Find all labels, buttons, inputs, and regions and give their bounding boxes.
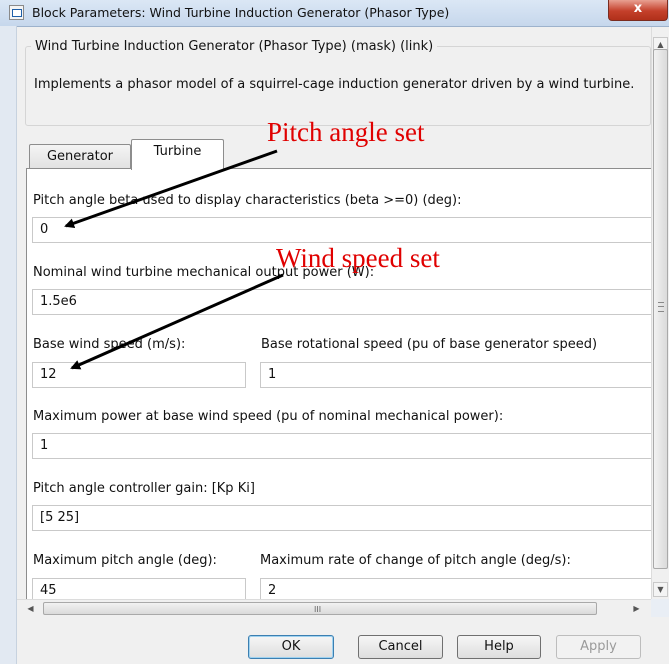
pitch-gain-label: Pitch angle controller gain: [Kp Ki] [33,481,255,496]
max-power-label: Maximum power at base wind speed (pu of … [33,409,504,424]
max-pitch-label: Maximum pitch angle (deg): [33,553,217,568]
horizontal-scrollbar[interactable]: ◀ III ▶ [17,599,651,618]
base-rotational-speed-input[interactable]: 1 [260,362,651,388]
wind-speed-annotation: Wind speed set [276,243,440,273]
scroll-right-icon[interactable]: ▶ [629,601,644,616]
grip-icon: III [314,605,322,614]
horizontal-scroll-thumb[interactable]: III [43,602,597,615]
close-button[interactable]: x [608,0,668,21]
dialog-button-bar: OK Cancel Help Apply [17,617,669,664]
turbine-parameters-panel: Pitch angle beta used to display charact… [26,168,651,599]
base-wind-speed-label: Base wind speed (m/s): [33,337,186,352]
max-rate-input[interactable]: 2 [260,578,651,599]
pitch-gain-input[interactable]: [5 25] [32,505,651,531]
title-bar[interactable]: Block Parameters: Wind Turbine Induction… [0,0,669,27]
max-power-input[interactable]: 1 [32,433,651,459]
scroll-left-icon[interactable]: ◀ [23,601,38,616]
mask-description: Implements a phasor model of a squirrel-… [34,77,635,92]
window-left-edge [0,26,17,664]
tab-generator[interactable]: Generator [29,144,131,169]
pitch-beta-label: Pitch angle beta used to display charact… [33,193,462,208]
base-rotational-speed-label: Base rotational speed (pu of base genera… [261,337,598,352]
vertical-scroll-thumb[interactable] [653,49,668,569]
window-title: Block Parameters: Wind Turbine Induction… [32,5,450,20]
grip-icon [658,302,664,312]
max-pitch-input[interactable]: 45 [32,578,246,599]
cancel-button[interactable]: Cancel [358,635,443,659]
base-wind-speed-input[interactable]: 12 [32,362,246,388]
vertical-scrollbar[interactable]: ▲ ▼ [651,27,669,599]
mask-title: Wind Turbine Induction Generator (Phasor… [31,39,438,54]
scroll-down-icon[interactable]: ▼ [653,582,668,597]
tab-turbine[interactable]: Turbine [131,139,224,170]
dialog-content: Wind Turbine Induction Generator (Phasor… [17,27,651,599]
simulink-block-icon [9,5,24,20]
max-rate-label: Maximum rate of change of pitch angle (d… [260,553,571,568]
pitch-angle-annotation: Pitch angle set [267,117,425,147]
nominal-power-input[interactable]: 1.5e6 [32,289,651,315]
help-button[interactable]: Help [457,635,541,659]
ok-button[interactable]: OK [248,635,334,659]
pitch-beta-input[interactable]: 0 [32,217,651,243]
apply-button[interactable]: Apply [556,635,641,659]
